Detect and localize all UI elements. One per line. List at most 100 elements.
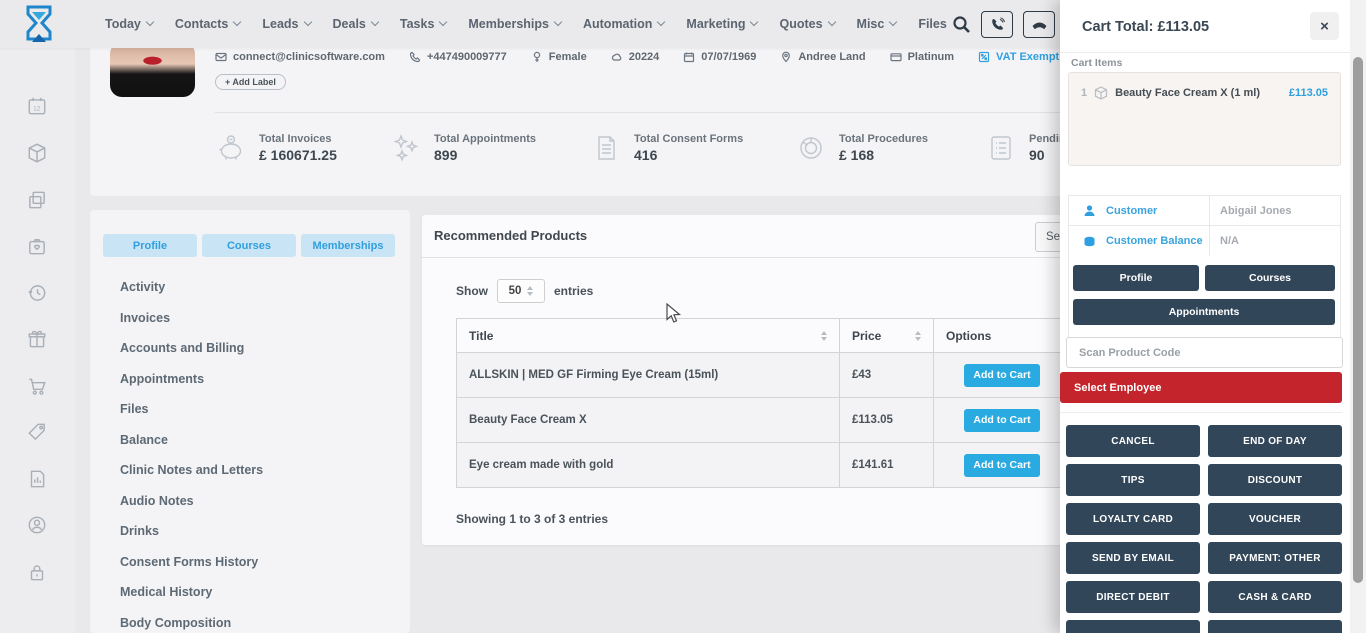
add-label-button[interactable]: + Add Label [215,74,286,90]
cart-action-button[interactable]: DIRECT DEBIT [1066,581,1200,613]
add-to-cart-button[interactable]: Add to Cart [964,364,1040,387]
customer-balance-value: N/A [1209,226,1340,256]
phone-handset-button[interactable] [1023,11,1055,38]
close-icon[interactable]: × [1310,12,1339,40]
patient-info-row: connect@clinicsoftware.com +447490009777… [215,51,1114,63]
add-to-cart-button[interactable]: Add to Cart [964,409,1040,432]
column-title[interactable]: Title [457,319,839,352]
package-icon[interactable] [26,142,48,164]
select-employee-button[interactable]: Select Employee [1060,372,1342,403]
vat-icon [978,51,990,63]
patient-tier: Platinum [890,51,954,63]
cart-item-name: Beauty Face Cream X (1 ml) [1115,87,1282,99]
cart-action-button[interactable]: PAYMENT: OTHER [1208,542,1342,574]
courses-button[interactable]: Courses [1205,265,1335,291]
patient-avatar[interactable] [110,42,195,97]
cart-action-button[interactable]: TIPS [1066,464,1200,496]
left-panel-list-item[interactable]: Accounts and Billing [120,333,400,364]
package-small-icon [1094,86,1108,100]
left-panel-list-item[interactable]: Activity [120,272,400,303]
patient-email[interactable]: connect@clinicsoftware.com [215,51,385,63]
calendar-icon[interactable]: 12 [26,95,48,117]
chevron-down-icon [827,18,835,26]
left-panel-list-item[interactable]: Balance [120,425,400,456]
nav-menu-item[interactable]: Contacts [175,17,240,31]
scan-product-code-input[interactable] [1066,337,1343,368]
cart-action-button[interactable]: END OF DAY [1208,425,1342,457]
user-status-icon[interactable] [26,514,48,536]
left-panel-tabs: ProfileCoursesMemberships [103,234,395,257]
appointments-button[interactable]: Appointments [1073,299,1335,325]
app-logo[interactable] [20,5,58,49]
left-panel-tab[interactable]: Courses [202,234,296,257]
cart-action-button[interactable]: VOUCHER [1208,503,1342,535]
nav-menu-item[interactable]: Files [918,17,947,31]
nav-menu-item[interactable]: Deals [333,17,378,31]
customer-balance-label[interactable]: Customer Balance [1106,235,1203,247]
gender-icon [531,51,543,63]
left-panel-list-item[interactable]: Drinks [120,516,400,547]
left-panel-list: ActivityInvoicesAccounts and BillingAppo… [120,272,400,633]
column-price[interactable]: Price [839,319,933,352]
nav-menu-item[interactable]: Marketing [686,17,757,31]
cart-action-button-partial[interactable] [1208,620,1342,633]
cart-action-button[interactable]: CASH & CARD [1208,581,1342,613]
cart-action-button-partial[interactable] [1066,620,1200,633]
nav-menu-item[interactable]: Leads [262,17,310,31]
stars-icon [390,132,422,164]
cart-icon[interactable] [26,375,48,397]
products-title: Recommended Products [434,228,587,243]
left-panel-list-item[interactable]: Medical History [120,577,400,608]
cart-action-button[interactable]: CANCEL [1066,425,1200,457]
nav-menu-item[interactable]: Tasks [400,17,447,31]
divider [1060,52,1350,53]
gift-heart-icon[interactable] [26,235,48,257]
left-panel-list-item[interactable]: Audio Notes [120,486,400,517]
chevron-down-icon [146,18,154,26]
left-panel-list-item[interactable]: Invoices [120,303,400,334]
cart-action-button[interactable]: DISCOUNT [1208,464,1342,496]
nav-menu-item[interactable]: Automation [583,17,664,31]
report-icon[interactable] [26,468,48,490]
svg-text:12: 12 [33,105,41,112]
nav-menu-item[interactable]: Today [105,17,153,31]
left-panel-tab[interactable]: Profile [103,234,197,257]
patient-dob: 07/07/1969 [683,51,756,63]
membership-card-icon [890,51,902,63]
lock-icon[interactable] [26,561,48,583]
calendar-small-icon [683,51,695,63]
cart-item[interactable]: 1 Beauty Face Cream X (1 ml) £113.05 [1081,86,1328,100]
left-panel-list-item[interactable]: Clinic Notes and Letters [120,455,400,486]
customer-label[interactable]: Customer [1106,205,1157,217]
customer-balance-row: Customer Balance N/A [1069,226,1340,256]
tag-icon[interactable] [26,421,48,443]
gift-icon[interactable] [26,328,48,350]
left-panel-list-item[interactable]: Body Composition [120,608,400,633]
scrollbar-thumb[interactable] [1353,57,1363,583]
phone-outgoing-button[interactable] [981,11,1013,38]
sort-icon[interactable] [821,331,827,341]
stat-total-procedures: Total Procedures£ 168 [795,132,928,164]
patient-phone[interactable]: +447490009777 [409,51,507,63]
left-panel-tab[interactable]: Memberships [301,234,395,257]
profile-button[interactable]: Profile [1073,265,1199,291]
chevron-down-icon [371,18,379,26]
left-panel-list-item[interactable]: Appointments [120,364,400,395]
left-panel-list-item[interactable]: Consent Forms History [120,547,400,578]
page-scrollbar[interactable] [1350,0,1366,633]
left-panel-list-item[interactable]: Files [120,394,400,425]
chevron-down-icon [889,18,897,26]
cart-action-button[interactable]: LOYALTY CARD [1066,503,1200,535]
nav-menu-item[interactable]: Misc [857,17,897,31]
cart-action-button[interactable]: SEND BY EMAIL [1066,542,1200,574]
sort-icon[interactable] [915,331,921,341]
cart-items-label: Cart Items [1071,57,1122,69]
history-icon[interactable] [26,282,48,304]
nav-menu-item[interactable]: Memberships [468,17,561,31]
search-icon[interactable] [952,15,971,34]
nav-menu-item[interactable]: Quotes [779,17,834,31]
page-size-select[interactable]: 50 [497,279,545,303]
copy-icon[interactable] [26,189,48,211]
add-to-cart-button[interactable]: Add to Cart [964,454,1040,477]
patient-gender: Female [531,51,587,63]
